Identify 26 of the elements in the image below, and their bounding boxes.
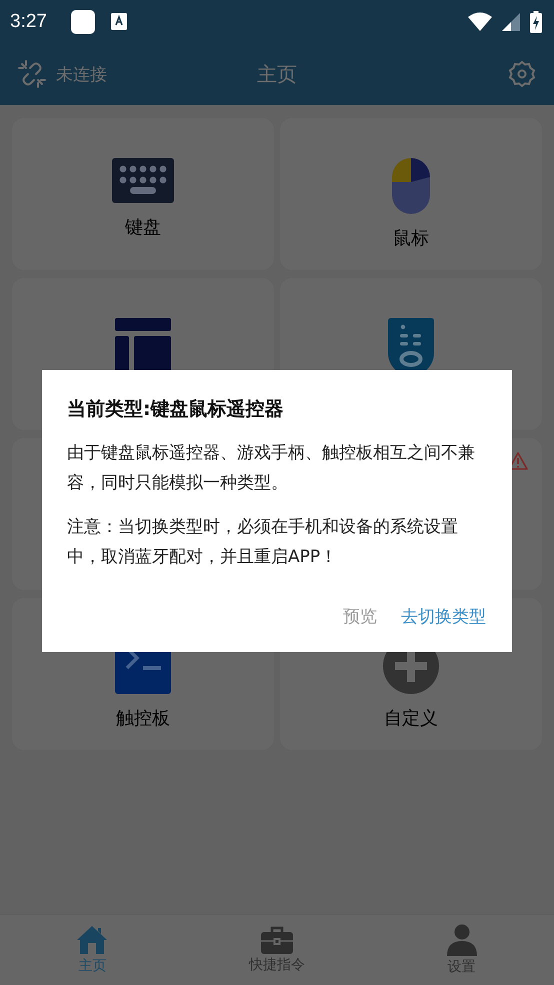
battery-icon [530, 10, 542, 32]
mouse-icon [392, 158, 430, 214]
person-icon [446, 924, 478, 956]
dialog-title: 当前类型:键盘鼠标遥控器 [67, 397, 285, 422]
connection-status: 未连接 [56, 64, 107, 86]
card-label: 键盘 [125, 216, 161, 239]
card-background[interactable]: 鼠标 [280, 118, 542, 270]
page-title: 主页 [257, 60, 297, 88]
dialog-message: 由于键盘鼠标遥控器、游戏手柄、触控板相互之间不兼容，同时只能模拟一种类型。 [67, 442, 476, 495]
card-label: 触控板 [116, 707, 170, 730]
home-icon [76, 925, 108, 955]
status-time: 3:27 [10, 10, 47, 32]
card-background[interactable]: 键盘 [12, 118, 274, 270]
wifi-icon [468, 12, 492, 32]
broken-link-icon[interactable] [18, 60, 46, 88]
card-label: 自定义 [384, 707, 438, 730]
dialog-button[interactable]: 去切换类型 [387, 599, 488, 634]
keyboard-notification-icon [110, 13, 127, 30]
settings-icon[interactable] [508, 60, 536, 88]
dialog-message: 注意：当切换类型时，必须在手机和设备的系统设置中，取消蓝牙配对，并且重启APP！ [67, 516, 459, 569]
dialog-button[interactable]: 预览 [329, 599, 379, 634]
app-notification-icon [70, 10, 95, 34]
keyboard-icon [112, 158, 174, 203]
signal-icon [502, 12, 520, 30]
briefcase-icon [261, 926, 293, 954]
card-label: 鼠标 [393, 227, 429, 250]
